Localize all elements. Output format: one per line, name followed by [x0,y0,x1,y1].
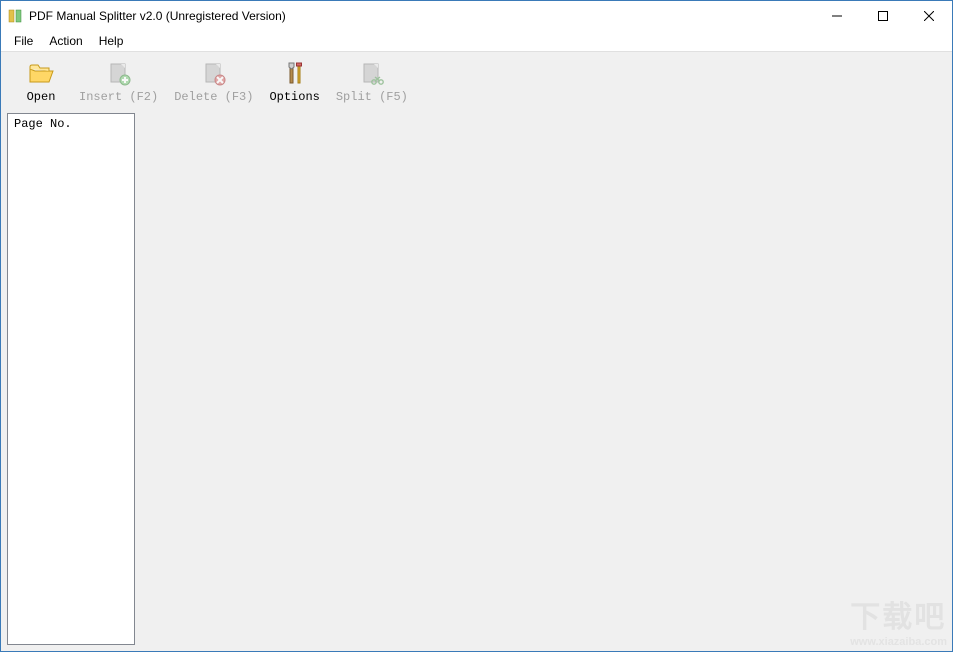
page-list[interactable]: Page No. [7,113,135,645]
app-icon [7,8,23,24]
options-label: Options [269,90,319,104]
content-area: Page No. [1,107,952,651]
toolbar: Open Insert (F2) Delete (F3) [1,51,952,107]
window-title: PDF Manual Splitter v2.0 (Unregistered V… [29,9,814,23]
insert-button[interactable]: Insert (F2) [71,58,166,106]
menu-help[interactable]: Help [92,32,131,50]
page-split-icon [358,60,386,88]
page-delete-icon [200,60,228,88]
open-label: Open [27,90,56,104]
split-label: Split (F5) [336,90,408,104]
minimize-button[interactable] [814,1,860,31]
page-insert-icon [105,60,133,88]
menu-action[interactable]: Action [42,32,89,50]
open-button[interactable]: Open [11,58,71,106]
preview-area [135,113,946,645]
tools-icon [281,60,309,88]
page-list-header: Page No. [8,114,134,134]
close-button[interactable] [906,1,952,31]
insert-label: Insert (F2) [79,90,158,104]
title-bar: PDF Manual Splitter v2.0 (Unregistered V… [1,1,952,31]
maximize-button[interactable] [860,1,906,31]
menu-file[interactable]: File [7,32,40,50]
delete-label: Delete (F3) [174,90,253,104]
menu-bar: File Action Help [1,31,952,51]
split-button[interactable]: Split (F5) [328,58,416,106]
delete-button[interactable]: Delete (F3) [166,58,261,106]
window-controls [814,1,952,31]
folder-open-icon [27,60,55,88]
options-button[interactable]: Options [261,58,327,106]
